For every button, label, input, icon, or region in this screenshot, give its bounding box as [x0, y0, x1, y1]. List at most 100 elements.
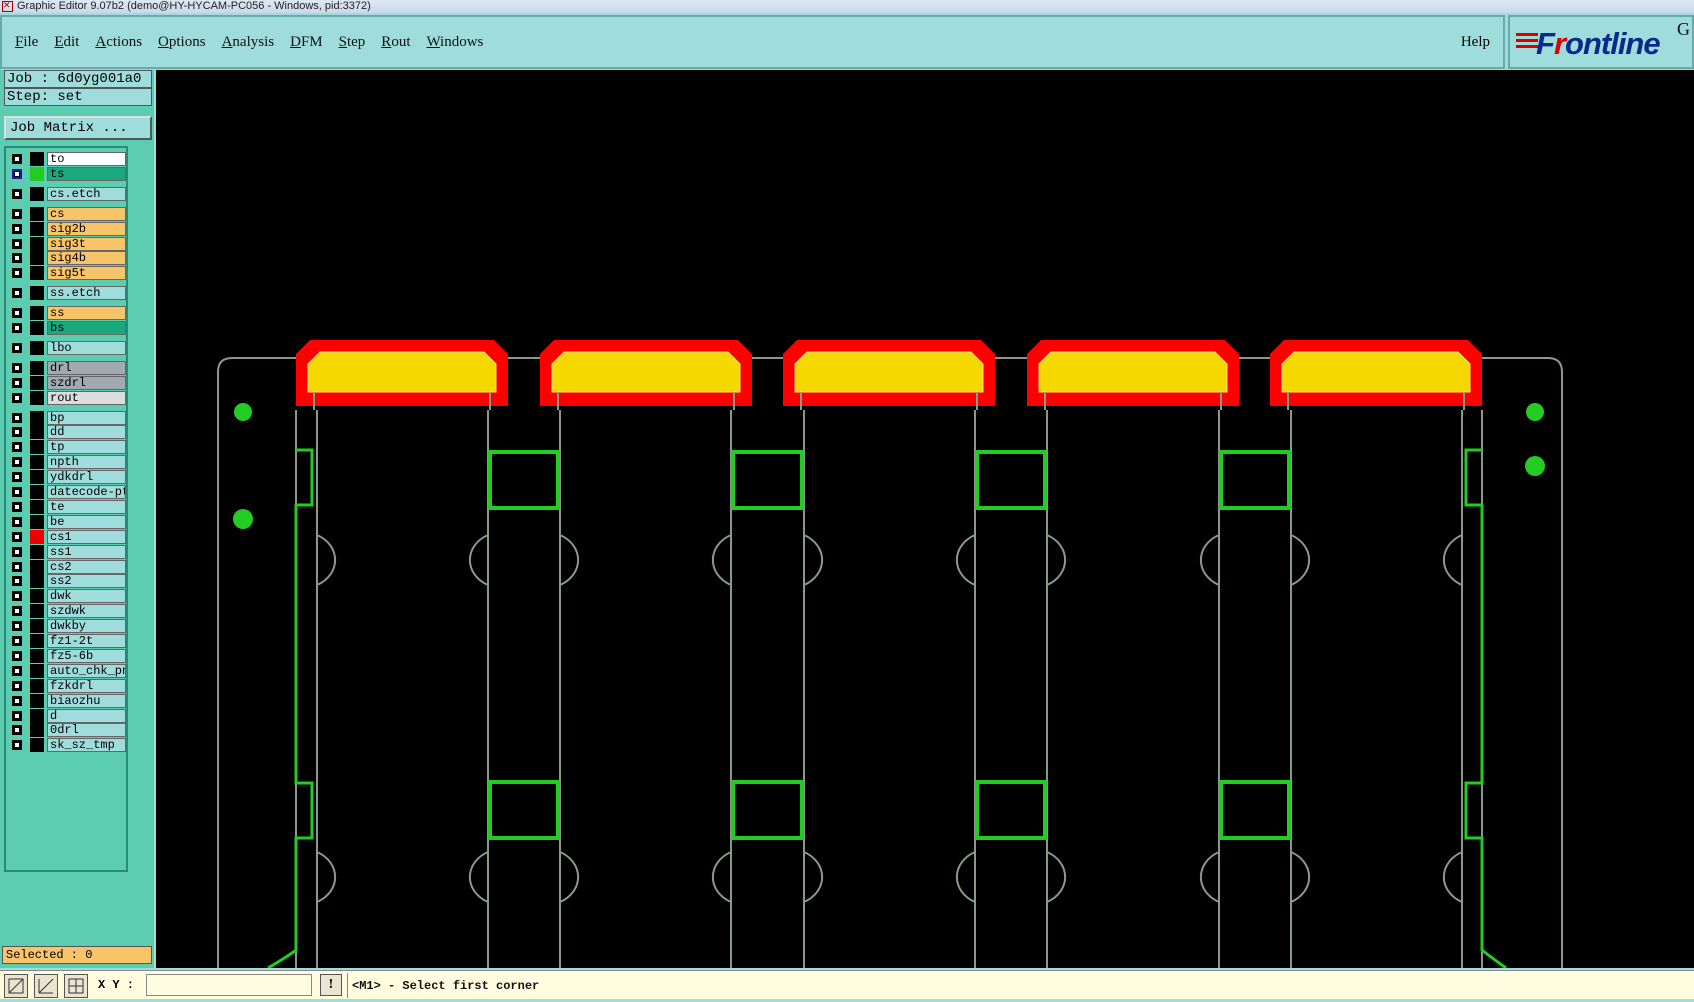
layer-checkbox[interactable]	[12, 606, 22, 617]
layer-checkbox[interactable]	[12, 680, 22, 691]
layer-color-swatch[interactable]	[30, 152, 44, 166]
layer-name[interactable]: datecode-pt	[47, 485, 126, 499]
layer-name[interactable]: lbo	[47, 340, 126, 355]
layer-name[interactable]: cs	[47, 206, 126, 221]
layer-checkbox[interactable]	[12, 457, 22, 468]
layer-checkbox[interactable]	[12, 576, 22, 587]
layer-color-swatch[interactable]	[30, 375, 44, 390]
xy-input[interactable]	[146, 974, 312, 996]
layer-checkbox[interactable]	[12, 725, 22, 736]
layer-checkbox[interactable]	[12, 472, 22, 483]
menu-file[interactable]: File	[15, 34, 38, 51]
layer-name[interactable]: fz5-6b	[47, 648, 126, 663]
layer-color-swatch[interactable]	[30, 559, 44, 574]
layer-name[interactable]: to	[47, 152, 126, 166]
layer-checkbox[interactable]	[12, 591, 22, 602]
layer-name[interactable]: cs2	[47, 559, 126, 574]
layer-color-swatch[interactable]	[30, 251, 44, 266]
layer-color-swatch[interactable]	[30, 678, 44, 693]
layer-color-swatch[interactable]	[30, 514, 44, 529]
layer-color-swatch[interactable]	[30, 321, 44, 335]
layer-name[interactable]: ts	[47, 166, 126, 181]
layer-checkbox[interactable]	[12, 650, 22, 661]
layer-checkbox[interactable]	[12, 695, 22, 706]
layer-checkbox[interactable]	[12, 412, 22, 423]
layer-name[interactable]: bp	[47, 410, 126, 425]
layer-checkbox[interactable]	[12, 154, 22, 164]
menu-edit[interactable]: Edit	[54, 34, 79, 51]
layer-name[interactable]: te	[47, 499, 126, 514]
layer-name[interactable]: dwk	[47, 589, 126, 604]
layer-checkbox[interactable]	[12, 442, 22, 453]
layer-checkbox[interactable]	[12, 621, 22, 632]
layer-color-swatch[interactable]	[30, 693, 44, 708]
layer-checkbox[interactable]	[12, 323, 22, 333]
layer-checkbox[interactable]	[12, 427, 22, 438]
graphics-canvas[interactable]	[156, 70, 1694, 968]
layer-name[interactable]: sig4b	[47, 251, 126, 266]
layer-color-swatch[interactable]	[30, 286, 44, 301]
layer-name[interactable]: bs	[47, 321, 126, 335]
layer-checkbox[interactable]	[12, 636, 22, 646]
layer-color-swatch[interactable]	[30, 360, 44, 375]
layer-color-swatch[interactable]	[30, 390, 44, 405]
layer-name[interactable]: ss1	[47, 544, 126, 559]
menu-help[interactable]: Help	[1461, 34, 1490, 51]
layer-checkbox[interactable]	[12, 710, 22, 721]
layer-name[interactable]: dwkby	[47, 619, 126, 634]
layer-color-swatch[interactable]	[30, 634, 44, 648]
layer-color-swatch[interactable]	[30, 485, 44, 499]
layer-name[interactable]: sig2b	[47, 221, 126, 236]
layer-color-swatch[interactable]	[30, 574, 44, 589]
layer-color-swatch[interactable]	[30, 604, 44, 619]
layer-color-swatch[interactable]	[30, 166, 44, 181]
job-matrix-button[interactable]: Job Matrix ...	[4, 116, 152, 140]
layer-color-swatch[interactable]	[30, 440, 44, 455]
layer-color-swatch[interactable]	[30, 186, 44, 201]
layer-name[interactable]: fzkdrl	[47, 678, 126, 693]
zoom-area-icon[interactable]	[4, 974, 28, 998]
layer-name[interactable]: biaozhu	[47, 693, 126, 708]
layer-name[interactable]: ydkdrl	[47, 470, 126, 485]
layer-checkbox[interactable]	[12, 208, 22, 219]
layer-checkbox[interactable]	[12, 223, 22, 234]
layer-color-swatch[interactable]	[30, 544, 44, 559]
layer-checkbox[interactable]	[12, 561, 22, 572]
menu-dfm[interactable]: DFM	[290, 34, 323, 51]
layer-checkbox[interactable]	[12, 288, 22, 299]
layer-color-swatch[interactable]	[30, 663, 44, 678]
layer-checkbox[interactable]	[12, 188, 22, 199]
layer-checkbox[interactable]	[12, 501, 22, 512]
layer-checkbox[interactable]	[12, 268, 22, 279]
layer-checkbox[interactable]	[12, 168, 22, 179]
layer-color-swatch[interactable]	[30, 455, 44, 470]
layer-color-swatch[interactable]	[30, 470, 44, 485]
layer-checkbox[interactable]	[12, 740, 22, 751]
layer-checkbox[interactable]	[12, 362, 22, 373]
layer-name[interactable]: d	[47, 708, 126, 723]
menu-options[interactable]: Options	[158, 34, 206, 51]
menu-step[interactable]: Step	[339, 34, 366, 51]
menu-analysis[interactable]: Analysis	[222, 34, 275, 51]
layer-color-swatch[interactable]	[30, 738, 44, 753]
layer-color-swatch[interactable]	[30, 619, 44, 634]
info-icon[interactable]: !	[320, 974, 342, 996]
layer-name[interactable]: sig3t	[47, 236, 126, 251]
measure-icon[interactable]	[34, 974, 58, 998]
layer-name[interactable]: auto_chk_pn	[47, 663, 126, 678]
layer-name[interactable]: szdrl	[47, 375, 126, 390]
layer-name[interactable]: npth	[47, 455, 126, 470]
menu-actions[interactable]: Actions	[95, 34, 142, 51]
layer-checkbox[interactable]	[12, 516, 22, 527]
layer-color-swatch[interactable]	[30, 221, 44, 236]
layer-color-swatch[interactable]	[30, 266, 44, 281]
layer-color-swatch[interactable]	[30, 648, 44, 663]
layer-name[interactable]: ss.etch	[47, 286, 126, 301]
layer-checkbox[interactable]	[12, 392, 22, 403]
layer-checkbox[interactable]	[12, 238, 22, 249]
layer-checkbox[interactable]	[12, 487, 22, 497]
layer-name[interactable]: tp	[47, 440, 126, 455]
layer-color-swatch[interactable]	[30, 306, 44, 321]
layer-name[interactable]: drl	[47, 360, 126, 375]
layer-checkbox[interactable]	[12, 665, 22, 676]
